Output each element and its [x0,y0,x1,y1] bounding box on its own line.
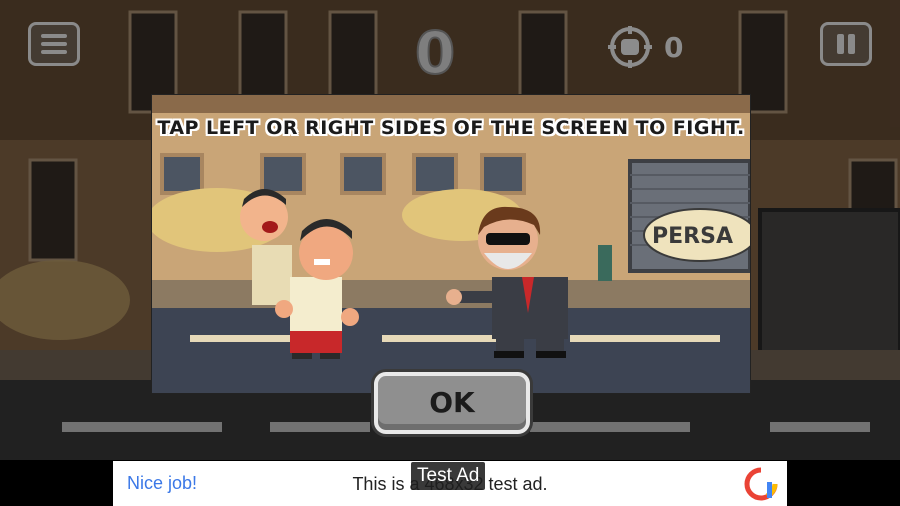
tutorial-instruction: TAP LEFT OR RIGHT SIDES OF THE SCREEN TO… [157,117,745,139]
score-counter: 0 [414,19,456,87]
knockout-counter: 0 [604,26,683,68]
hamburger-menu-icon [41,34,67,38]
menu-button[interactable] [28,22,80,66]
knockout-count: 0 [664,30,684,64]
pause-button[interactable] [820,22,872,66]
tutorial-panel: PERSA TAP LEFT OR RIGHT SIDES OF THE SCR… [151,94,751,394]
ok-button-label: OK [429,386,475,419]
tutorial-illustration: PERSA [152,95,750,393]
ok-button[interactable]: OK [374,372,530,434]
menu-icon-line [41,50,67,54]
fist-target-icon [608,26,652,68]
menu-icon-line [41,42,67,46]
pause-icon-bar [848,34,855,54]
pause-icon [837,34,844,54]
test-ad-tag: Test Ad [411,462,486,490]
graffiti-text: PERSA [652,224,733,249]
admob-logo-icon[interactable] [743,466,779,502]
